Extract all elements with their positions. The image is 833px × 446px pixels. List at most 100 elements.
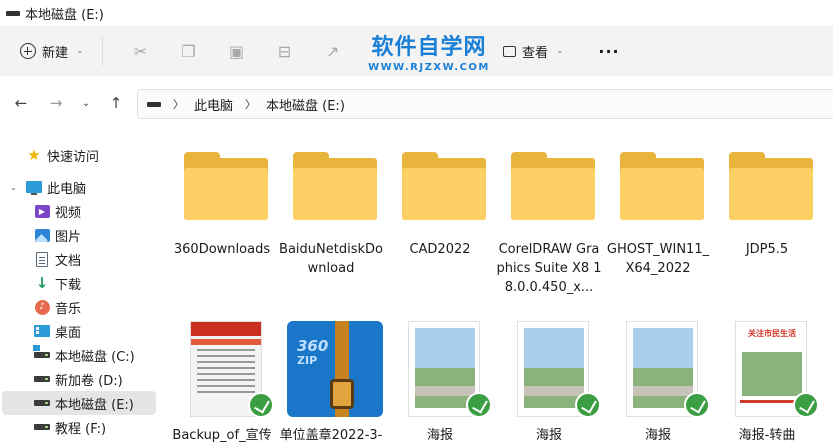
folder-item[interactable]: BaiduNetdiskDownload bbox=[277, 132, 385, 318]
desktop-icon bbox=[34, 323, 50, 339]
sidebar-item-quick-access[interactable]: ★ 快速访问 bbox=[2, 143, 156, 167]
sidebar-item-downloads[interactable]: ↓ 下载 bbox=[2, 271, 156, 295]
new-button[interactable]: 新建 ⌄ bbox=[18, 35, 90, 67]
sidebar-item-drive-f[interactable]: 教程 (F:) bbox=[2, 415, 156, 439]
folder-name: JDP5.5 bbox=[745, 242, 789, 257]
paste-icon[interactable]: ▣ bbox=[213, 35, 261, 67]
plus-icon bbox=[20, 43, 36, 59]
window-title: 本地磁盘 (E:) bbox=[25, 7, 104, 23]
file-item[interactable]: 海报 bbox=[386, 318, 494, 446]
chevron-right-icon: 〉 bbox=[245, 98, 257, 111]
share-icon[interactable]: ↗ bbox=[309, 35, 357, 67]
documents-icon bbox=[34, 251, 50, 267]
file-name: 海报 bbox=[535, 428, 562, 443]
chevron-right-icon: 〉 bbox=[173, 98, 184, 111]
file-item[interactable]: 关注市民生活 海报-转曲 bbox=[713, 318, 821, 446]
music-icon: ♪ bbox=[34, 299, 50, 315]
sidebar-item-label: 快速访问 bbox=[47, 149, 100, 165]
sidebar-item-label: 教程 (F:) bbox=[55, 421, 107, 437]
file-item[interactable]: 360 ZIP 单位盖章2022-3-10 bbox=[277, 318, 385, 446]
watermark-url: WWW.RJZXW.COM bbox=[368, 62, 490, 73]
sidebar-item-label: 下载 bbox=[55, 277, 82, 293]
sidebar-item-label: 音乐 bbox=[55, 301, 82, 317]
back-arrow-icon[interactable]: ← bbox=[10, 92, 32, 114]
drive-icon bbox=[34, 371, 50, 387]
sync-check-icon bbox=[684, 392, 710, 418]
address-bar[interactable]: 〉 此电脑 〉 本地磁盘 (E:) bbox=[137, 89, 833, 119]
rename-icon[interactable]: ⊟ bbox=[261, 35, 309, 67]
sidebar-item-label: 文档 bbox=[55, 253, 82, 269]
folder-name: 360Downloads bbox=[173, 242, 271, 257]
file-name: 海报 bbox=[426, 428, 453, 443]
recent-locations-chevron-icon[interactable]: ⌄ bbox=[75, 92, 97, 114]
view-button[interactable]: 查看 ⌄ bbox=[503, 35, 564, 67]
folder-item[interactable]: CAD2022 bbox=[386, 132, 494, 318]
sidebar-item-label: 视频 bbox=[55, 205, 82, 221]
computer-icon bbox=[26, 179, 42, 195]
folder-icon bbox=[293, 152, 377, 220]
file-name: 单位盖章2022-3-10 bbox=[279, 428, 383, 443]
sidebar-item-music[interactable]: ♪ 音乐 bbox=[2, 295, 156, 319]
sidebar-item-videos[interactable]: ▶ 视频 bbox=[2, 199, 156, 223]
windows-drive-icon bbox=[33, 345, 50, 363]
file-list: 360Downloads BaiduNetdiskDownload CAD202… bbox=[158, 132, 833, 446]
file-item[interactable]: 海报 bbox=[604, 318, 712, 446]
sidebar-item-label: 图片 bbox=[55, 229, 82, 245]
sidebar-item-drive-d[interactable]: 新加卷 (D:) bbox=[2, 367, 156, 391]
sync-check-icon bbox=[466, 392, 492, 418]
folder-item[interactable]: 360Downloads bbox=[168, 132, 276, 318]
folder-icon bbox=[184, 152, 268, 220]
sidebar-item-drive-e[interactable]: 本地磁盘 (E:) bbox=[2, 391, 156, 415]
copy-icon[interactable]: ❐ bbox=[165, 35, 213, 67]
folder-icon bbox=[402, 152, 486, 220]
folder-name: CorelDRAW Graphics Suite X8 18.0.0.450_x… bbox=[496, 242, 602, 295]
drive-icon bbox=[34, 395, 50, 411]
navigation-pane: ★ 快速访问 ⌄ 此电脑 ▶ 视频 图片 文档 ↓ 下载 ♪ 音乐 桌面 本地磁… bbox=[0, 132, 158, 446]
drive-icon bbox=[34, 419, 50, 435]
sidebar-item-pictures[interactable]: 图片 bbox=[2, 223, 156, 247]
folder-item[interactable]: JDP5.5 bbox=[713, 132, 821, 318]
sidebar-item-documents[interactable]: 文档 bbox=[2, 247, 156, 271]
folder-item[interactable]: GHOST_WIN11_X64_2022 bbox=[604, 132, 712, 318]
more-options-button[interactable]: ··· bbox=[598, 35, 620, 67]
sidebar-item-label: 本地磁盘 (E:) bbox=[55, 397, 134, 413]
folder-name: GHOST_WIN11_X64_2022 bbox=[606, 242, 710, 276]
navigation-bar: ← → ⌄ ↑ 〉 此电脑 〉 本地磁盘 (E:) bbox=[0, 76, 833, 132]
chevron-down-icon: ⌄ bbox=[76, 46, 84, 56]
file-name: 海报 bbox=[644, 428, 671, 443]
sidebar-item-label: 此电脑 bbox=[47, 181, 87, 197]
forward-arrow-icon[interactable]: → bbox=[45, 92, 67, 114]
sidebar-item-this-pc[interactable]: ⌄ 此电脑 bbox=[2, 175, 156, 199]
watermark: 软件自学网 WWW.RJZXW.COM bbox=[354, 35, 504, 80]
folder-name: CAD2022 bbox=[409, 242, 471, 257]
breadcrumb-this-pc[interactable]: 此电脑 bbox=[194, 95, 233, 114]
folder-icon bbox=[511, 152, 595, 220]
title-bar: 本地磁盘 (E:) bbox=[0, 0, 833, 26]
sync-check-icon bbox=[248, 392, 274, 418]
folder-icon bbox=[620, 152, 704, 220]
star-icon: ★ bbox=[27, 146, 41, 164]
thumbnail-header-text: 关注市民生活 bbox=[742, 328, 802, 350]
sidebar-item-label: 桌面 bbox=[55, 325, 82, 341]
zip-archive-icon: 360 ZIP bbox=[287, 321, 383, 417]
view-button-label: 查看 bbox=[522, 45, 549, 61]
chevron-down-icon[interactable]: ⌄ bbox=[10, 183, 17, 192]
sidebar-item-drive-c[interactable]: 本地磁盘 (C:) bbox=[2, 343, 156, 367]
download-icon: ↓ bbox=[35, 274, 49, 292]
video-icon: ▶ bbox=[34, 203, 50, 219]
sync-check-icon bbox=[793, 392, 819, 418]
file-name: Backup_of_宣传页 bbox=[172, 428, 272, 443]
sidebar-item-desktop[interactable]: 桌面 bbox=[2, 319, 156, 343]
breadcrumb-drive-e[interactable]: 本地磁盘 (E:) bbox=[266, 95, 345, 114]
folder-item[interactable]: CorelDRAW Graphics Suite X8 18.0.0.450_x… bbox=[495, 132, 603, 318]
sync-check-icon bbox=[575, 392, 601, 418]
cut-icon[interactable]: ✂ bbox=[117, 35, 165, 67]
file-item[interactable]: 海报 bbox=[495, 318, 603, 446]
view-icon bbox=[503, 45, 516, 57]
watermark-title: 软件自学网 bbox=[371, 35, 487, 60]
toolbar-divider bbox=[101, 36, 103, 66]
file-item[interactable]: Backup_of_宣传页 bbox=[168, 318, 276, 446]
file-name: 海报-转曲 bbox=[738, 428, 796, 443]
up-arrow-icon[interactable]: ↑ bbox=[105, 92, 127, 114]
sidebar-item-label: 新加卷 (D:) bbox=[55, 373, 123, 389]
